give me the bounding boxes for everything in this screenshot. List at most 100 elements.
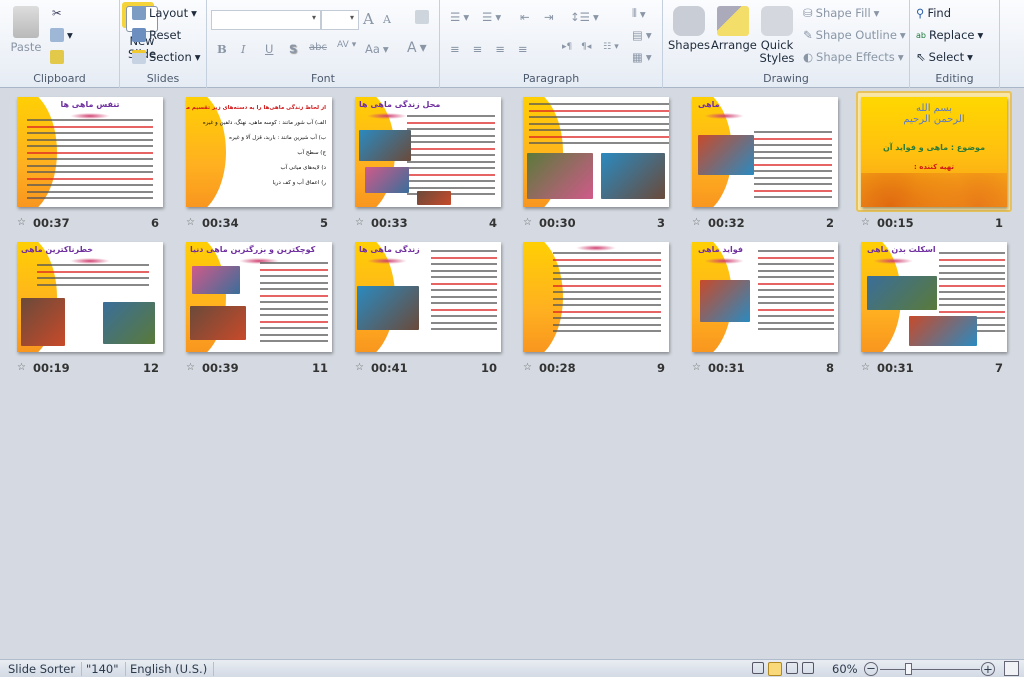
replace-button[interactable]: ab Replace ▾ [916, 28, 983, 42]
bullets-button[interactable]: ☰ ▾ [450, 10, 469, 24]
cut-button[interactable]: ✂ [52, 6, 62, 20]
animation-star-icon[interactable]: ☆ [186, 362, 195, 373]
slide-preview[interactable]: بسم الله الرحمن الرحیم موضوع : ماهی و فوا… [861, 97, 1007, 207]
align-text-button[interactable]: ▤ ▾ [632, 28, 652, 42]
text-line [758, 276, 834, 278]
slide-preview[interactable]: کوچکترین و بزرگترین ماهی دنیا [186, 242, 332, 352]
text-line [27, 125, 153, 128]
font-size-combo[interactable]: ▾ [321, 10, 359, 30]
zoom-level[interactable]: 60% [832, 662, 858, 676]
copy-button[interactable]: ▾ [50, 28, 73, 42]
paste-button[interactable]: Paste [6, 6, 46, 54]
arrange-button[interactable]: Arrange [711, 6, 757, 52]
grow-font-button[interactable]: A [363, 10, 374, 28]
reading-view-icon[interactable] [786, 662, 798, 674]
numbering-icon: ☰ [482, 10, 493, 24]
slide-image [190, 306, 246, 340]
zoom-slider-thumb[interactable] [904, 663, 912, 675]
italic-button[interactable]: I [241, 42, 246, 56]
slide-preview[interactable] [523, 97, 669, 207]
increase-indent-icon: ⇥ [544, 10, 554, 24]
slide-thumbnail-7[interactable]: اسکلت بدن ماهی ☆ 00:31 7 [861, 242, 1007, 377]
animation-star-icon[interactable]: ☆ [523, 362, 532, 373]
animation-star-icon[interactable]: ☆ [523, 217, 532, 228]
animation-star-icon[interactable]: ☆ [692, 362, 701, 373]
line-spacing-icon: ↕☰ [570, 10, 590, 24]
section-button[interactable]: Section ▾ [132, 50, 201, 64]
language-indicator[interactable]: English (U.S.) [124, 662, 215, 676]
font-color-button[interactable]: A ▾ [407, 40, 427, 56]
animation-star-icon[interactable]: ☆ [355, 362, 364, 373]
slide-thumbnail-4[interactable]: محل زندگی ماهی ها ☆ 00:33 4 [355, 97, 501, 232]
text-line [529, 109, 669, 112]
zoom-in-button[interactable]: + [981, 662, 995, 676]
shape-effects-button[interactable]: ◐ Shape Effects ▾ [803, 50, 904, 64]
shape-outline-button[interactable]: ✎ Shape Outline ▾ [803, 28, 906, 42]
strikethrough-button[interactable]: abc [309, 42, 327, 53]
quick-styles-button[interactable]: Quick Styles [757, 6, 797, 65]
slide-thumbnail-3[interactable]: ☆ 00:30 3 [523, 97, 669, 232]
slide-thumbnail-9[interactable]: ☆ 00:28 9 [523, 242, 669, 377]
fit-to-window-button[interactable] [1004, 661, 1019, 676]
numbering-button[interactable]: ☰ ▾ [482, 10, 501, 24]
text-line [758, 328, 834, 330]
zoom-out-button[interactable]: − [864, 662, 878, 676]
smartart-button[interactable]: ▦ ▾ [632, 50, 652, 64]
change-case-button[interactable]: Aa ▾ [365, 42, 389, 56]
normal-view-icon[interactable] [752, 662, 764, 674]
bold-button[interactable]: B [217, 42, 227, 56]
animation-star-icon[interactable]: ☆ [355, 217, 364, 228]
slide-image [192, 266, 240, 294]
rtl-buttons[interactable]: ▸¶ ¶◂ ☷ ▾ [562, 42, 619, 52]
slide-thumbnail-8[interactable]: فواید ماهی ☆ 00:31 8 [692, 242, 838, 377]
shrink-font-button[interactable]: A [383, 13, 391, 26]
character-spacing-button[interactable]: AV ▾ [337, 40, 356, 50]
select-button[interactable]: ⇖ Select ▾ [916, 50, 973, 64]
slide-thumbnail-2[interactable]: ماهی ☆ 00:32 2 [692, 97, 838, 232]
font-name-combo[interactable]: ▾ [211, 10, 321, 30]
text-line [27, 177, 153, 180]
animation-star-icon[interactable]: ☆ [861, 217, 870, 228]
slideshow-view-icon[interactable] [802, 662, 814, 674]
shape-fill-button[interactable]: ⛁ Shape Fill ▾ [803, 6, 879, 20]
slide-sorter-pane[interactable]: بسم الله الرحمن الرحیم موضوع : ماهی و فوا… [0, 89, 1024, 659]
slide-preview[interactable]: از لحاظ زندگی ماهی‌ها را به دسته‌های زیر… [186, 97, 332, 207]
slide-preview[interactable]: فواید ماهی [692, 242, 838, 352]
shapes-button[interactable]: Shapes [667, 6, 711, 52]
slide-thumbnail-6[interactable]: تنفس ماهی ها ☆ 00:37 6 [17, 97, 163, 232]
slide-preview[interactable]: ماهی [692, 97, 838, 207]
shadow-button[interactable]: S [289, 42, 297, 56]
slide-preview[interactable]: اسکلت بدن ماهی [861, 242, 1007, 352]
animation-star-icon[interactable]: ☆ [186, 217, 195, 228]
slide-thumbnail-12[interactable]: خطرناکترین ماهی ☆ 00:19 12 [17, 242, 163, 377]
animation-star-icon[interactable]: ☆ [861, 362, 870, 373]
slide-preview[interactable]: زندگی ماهی ها [355, 242, 501, 352]
alignment-buttons[interactable]: ≡ ≡ ≡ ≡ [450, 42, 538, 56]
slide-thumbnail-11[interactable]: کوچکترین و بزرگترین ماهی دنیا ☆ 00:39 11 [186, 242, 332, 377]
slide-title: زندگی ماهی ها [359, 245, 420, 254]
increase-indent-button[interactable]: ⇥ [544, 10, 554, 24]
text-line [431, 315, 497, 317]
text-direction-button[interactable]: ⫴ ▾ [632, 6, 646, 21]
slide-thumbnail-5[interactable]: از لحاظ زندگی ماهی‌ها را به دسته‌های زیر… [186, 97, 332, 232]
format-painter-button[interactable] [50, 50, 64, 64]
find-button[interactable]: ⚲ Find [916, 6, 951, 20]
zoom-slider[interactable] [880, 663, 980, 675]
layout-button[interactable]: Layout ▾ [132, 6, 197, 20]
line-spacing-button[interactable]: ↕☰ ▾ [570, 10, 599, 24]
animation-star-icon[interactable]: ☆ [17, 362, 26, 373]
slide-sorter-view-icon[interactable] [768, 662, 782, 676]
text-line [407, 115, 495, 117]
slide-preview[interactable]: تنفس ماهی ها [17, 97, 163, 207]
slide-preview[interactable]: محل زندگی ماهی ها [355, 97, 501, 207]
clear-formatting-button[interactable] [415, 10, 429, 24]
animation-star-icon[interactable]: ☆ [17, 217, 26, 228]
decrease-indent-button[interactable]: ⇤ [520, 10, 530, 24]
slide-thumbnail-1[interactable]: بسم الله الرحمن الرحیم موضوع : ماهی و فوا… [861, 97, 1007, 232]
slide-preview[interactable] [523, 242, 669, 352]
slide-preview[interactable]: خطرناکترین ماهی [17, 242, 163, 352]
reset-button[interactable]: Reset [132, 28, 181, 42]
slide-thumbnail-10[interactable]: زندگی ماهی ها ☆ 00:41 10 [355, 242, 501, 377]
animation-star-icon[interactable]: ☆ [692, 217, 701, 228]
underline-button[interactable]: U [265, 42, 273, 56]
